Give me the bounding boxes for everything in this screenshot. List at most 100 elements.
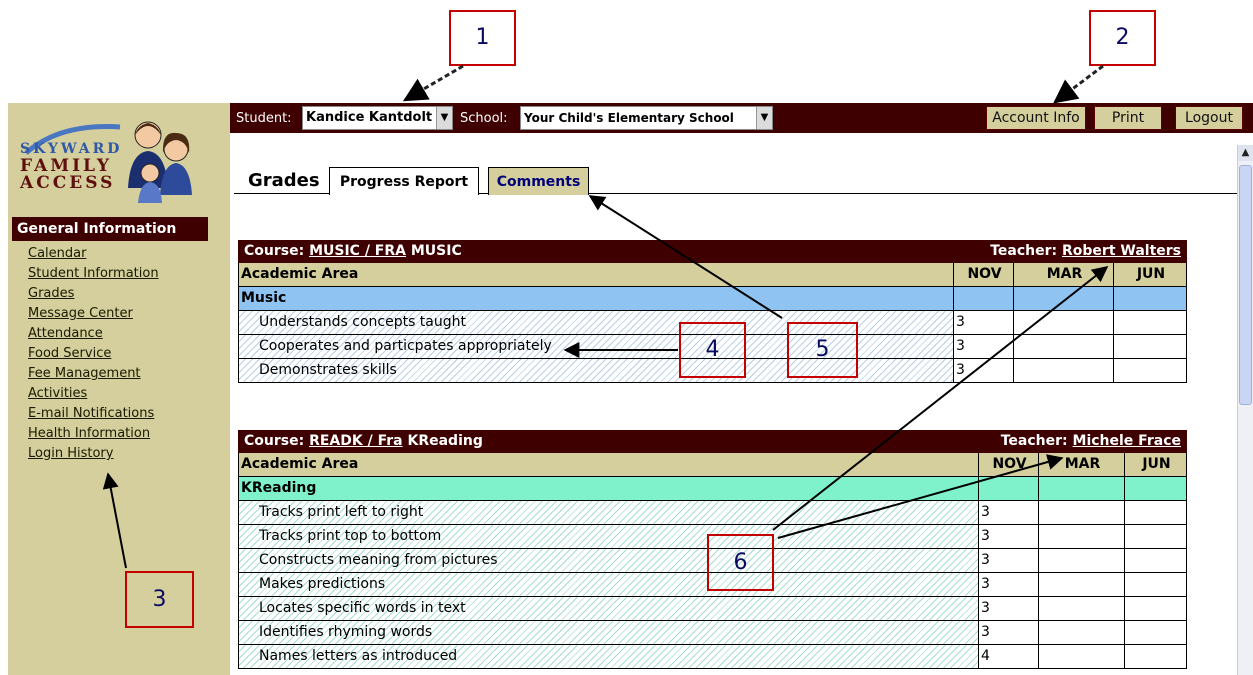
period-header-nov: NOV xyxy=(953,263,1013,286)
grade-cell xyxy=(1013,287,1113,310)
sidebar-item-calendar[interactable]: Calendar xyxy=(28,244,159,264)
sidebar-item-message-center[interactable]: Message Center xyxy=(28,304,159,324)
grade-cell-mar xyxy=(1038,621,1124,644)
subject-row: Music xyxy=(238,287,1187,311)
grade-cell-mar xyxy=(1038,549,1124,572)
grade-cell-nov: 3 xyxy=(978,525,1038,548)
arrow-2 xyxy=(1053,64,1104,104)
chevron-down-icon[interactable]: ▼ xyxy=(756,107,772,129)
grade-cell-mar xyxy=(1013,311,1113,334)
grade-cell-nov: 3 xyxy=(978,621,1038,644)
teacher-info: Teacher: Michele Frace xyxy=(1001,430,1181,453)
callout-1: 1 xyxy=(449,10,516,66)
sidebar-item-email-notifications[interactable]: E-mail Notifications xyxy=(28,404,159,424)
subject-name: Music xyxy=(238,287,953,310)
sidebar-nav: Calendar Student Information Grades Mess… xyxy=(28,244,159,464)
period-header-jun: JUN xyxy=(1113,263,1187,286)
course-code-link[interactable]: READK / Fra xyxy=(309,433,403,449)
teacher-label: Teacher: xyxy=(990,243,1058,259)
logo-text: SKYWARD FAMILY ACCESS xyxy=(20,141,122,192)
grade-cell-mar xyxy=(1013,359,1113,382)
table-row: Locates specific words in text 3 xyxy=(238,597,1187,621)
grade-cell-jun xyxy=(1124,597,1187,620)
grade-cell-jun xyxy=(1113,335,1187,358)
teacher-link[interactable]: Robert Walters xyxy=(1062,243,1181,259)
grade-cell-nov: 3 xyxy=(953,311,1013,334)
student-select[interactable]: Kandice Kantdolt ▼ xyxy=(302,106,453,130)
grade-cell-nov: 4 xyxy=(978,645,1038,668)
arrow-1 xyxy=(402,64,464,102)
grade-cell-nov: 3 xyxy=(978,573,1038,596)
sidebar-item-attendance[interactable]: Attendance xyxy=(28,324,159,344)
academic-area-header: Academic Area xyxy=(238,453,978,476)
grade-cell xyxy=(953,287,1013,310)
grade-cell-jun xyxy=(1124,621,1187,644)
school-select[interactable]: Your Child's Elementary School ▼ xyxy=(520,106,773,130)
course-name: KReading xyxy=(407,433,483,449)
subject-row: KReading xyxy=(238,477,1187,501)
grade-cell-jun xyxy=(1113,359,1187,382)
print-button[interactable]: Print xyxy=(1094,106,1162,130)
grade-cell xyxy=(1113,287,1187,310)
teacher-label: Teacher: xyxy=(1000,433,1068,449)
grade-cell-jun xyxy=(1124,549,1187,572)
vertical-scrollbar[interactable]: ▲ xyxy=(1237,145,1253,675)
callout-6: 6 xyxy=(707,534,774,591)
page-title: Grades xyxy=(248,170,320,191)
subject-name: KReading xyxy=(238,477,978,500)
grade-cell-mar xyxy=(1038,597,1124,620)
scroll-up-arrow-icon[interactable]: ▲ xyxy=(1238,145,1253,161)
sidebar-item-health-information[interactable]: Health Information xyxy=(28,424,159,444)
grade-cell-nov: 3 xyxy=(953,359,1013,382)
top-bar: Student: Kandice Kantdolt ▼ School: Your… xyxy=(230,103,1253,133)
sidebar-item-food-service[interactable]: Food Service xyxy=(28,344,159,364)
sidebar: SKYWARD FAMILY ACCESS General Informatio… xyxy=(8,103,230,675)
teacher-link[interactable]: Michele Frace xyxy=(1073,433,1181,449)
grade-cell-nov: 3 xyxy=(978,597,1038,620)
skill-name: Locates specific words in text xyxy=(238,597,978,620)
skill-name: Tracks print top to bottom xyxy=(238,525,978,548)
tab-progress-report[interactable]: Progress Report xyxy=(329,167,479,195)
course-name: MUSIC xyxy=(410,243,462,259)
callout-2: 2 xyxy=(1089,10,1156,66)
sidebar-item-student-information[interactable]: Student Information xyxy=(28,264,159,284)
course-header: Course: MUSIC / FRA MUSIC Teacher: Rober… xyxy=(238,240,1187,263)
course-label: Course: xyxy=(244,243,305,259)
grade-cell-nov: 3 xyxy=(978,549,1038,572)
sidebar-item-grades[interactable]: Grades xyxy=(28,284,159,304)
table-header-row: Academic Area NOV MAR JUN xyxy=(238,263,1187,287)
grade-cell-jun xyxy=(1113,311,1187,334)
grade-cell xyxy=(978,477,1038,500)
scroll-thumb[interactable] xyxy=(1239,165,1252,405)
grade-cell-jun xyxy=(1124,573,1187,596)
school-label: School: xyxy=(460,111,508,126)
sidebar-item-fee-management[interactable]: Fee Management xyxy=(28,364,159,384)
grade-cell xyxy=(1124,477,1187,500)
grade-cell-nov: 3 xyxy=(978,501,1038,524)
course-code-link[interactable]: MUSIC / FRA xyxy=(309,243,406,259)
school-select-value: Your Child's Elementary School xyxy=(524,111,734,125)
grade-cell-mar xyxy=(1013,335,1113,358)
grade-cell-jun xyxy=(1124,525,1187,548)
grade-cell-jun xyxy=(1124,645,1187,668)
grade-cell-jun xyxy=(1124,501,1187,524)
sidebar-item-login-history[interactable]: Login History xyxy=(28,444,159,464)
logout-button[interactable]: Logout xyxy=(1175,106,1243,130)
sidebar-item-activities[interactable]: Activities xyxy=(28,384,159,404)
callout-5: 5 xyxy=(787,322,858,378)
grade-cell-mar xyxy=(1038,645,1124,668)
grade-cell-mar xyxy=(1038,501,1124,524)
academic-area-header: Academic Area xyxy=(238,263,953,286)
skill-name: Constructs meaning from pictures xyxy=(238,549,978,572)
grade-cell-mar xyxy=(1038,573,1124,596)
skill-name: Names letters as introduced xyxy=(238,645,978,668)
period-header-mar: MAR xyxy=(1013,263,1113,286)
chevron-down-icon[interactable]: ▼ xyxy=(436,107,452,129)
grade-cell xyxy=(1038,477,1124,500)
tab-comments[interactable]: Comments xyxy=(488,167,589,195)
period-header-mar: MAR xyxy=(1038,453,1124,476)
skill-name: Identifies rhyming words xyxy=(238,621,978,644)
account-info-button[interactable]: Account Info xyxy=(986,106,1086,130)
table-header-row: Academic Area NOV MAR JUN xyxy=(238,453,1187,477)
teacher-info: Teacher: Robert Walters xyxy=(990,240,1181,263)
